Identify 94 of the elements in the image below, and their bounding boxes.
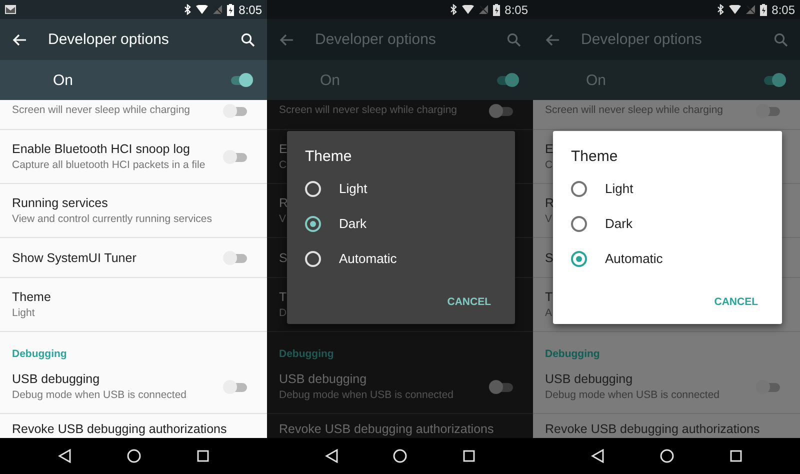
no-signal-icon: [212, 5, 222, 14]
setting-title: Enable Bluetooth HCI snoop log: [12, 142, 190, 156]
setting-subtitle: Screen will never sleep while charging: [12, 104, 190, 116]
setting-row[interactable]: Screen will never sleep while charging: [0, 100, 267, 130]
setting-title: R: [279, 196, 288, 210]
setting-subtitle: V: [279, 213, 286, 225]
back-icon[interactable]: [58, 449, 71, 463]
toggle-switch[interactable]: [756, 104, 780, 118]
dialog-title: Theme: [571, 148, 619, 165]
setting-title: E: [279, 142, 288, 156]
setting-title: Revoke USB debugging authorizations: [279, 422, 494, 436]
battery-charging-icon: [760, 4, 767, 16]
switch-label: On: [320, 72, 342, 88]
battery-charging-icon: [492, 4, 500, 16]
radio-option[interactable]: Automatic: [571, 241, 764, 276]
setting-subtitle: A: [545, 307, 552, 319]
radio-option[interactable]: Light: [571, 171, 764, 206]
recents-icon[interactable]: [730, 450, 742, 462]
switch-label: On: [586, 72, 608, 88]
setting-title: S: [279, 250, 288, 264]
setting-title: T: [279, 290, 287, 304]
wifi-icon: [462, 5, 474, 14]
switch-label: On: [53, 72, 74, 88]
toolbar-title: Developer options: [315, 31, 437, 48]
setting-title: R: [545, 196, 554, 210]
no-signal-icon: [478, 5, 488, 14]
setting-subtitle: Debug mode when USB is connected: [12, 389, 187, 401]
setting-row[interactable]: Revoke USB debugging authorizations: [533, 414, 800, 438]
recents-icon[interactable]: [197, 450, 209, 462]
clock-time: 8:05: [238, 2, 262, 16]
battery-charging-icon: [226, 4, 234, 16]
toggle-switch[interactable]: [223, 380, 247, 394]
home-icon[interactable]: [127, 449, 141, 463]
toolbar-title: Developer options: [48, 31, 170, 48]
dialog-title: Theme: [305, 148, 353, 165]
section-header: Debugging: [545, 348, 600, 360]
clock-time: 8:05: [504, 2, 528, 16]
toolbar-title: Developer options: [581, 31, 703, 48]
toggle-switch[interactable]: [489, 380, 513, 394]
radio-option[interactable]: Automatic: [305, 241, 497, 276]
toggle-switch[interactable]: [762, 73, 786, 87]
setting-subtitle: Screen will never sleep while charging: [279, 104, 458, 116]
back-icon[interactable]: [324, 449, 338, 463]
toggle-switch[interactable]: [229, 73, 253, 87]
setting-title: T: [545, 290, 553, 304]
setting-subtitle: Debug mode when USB is connected: [279, 389, 454, 401]
toggle-switch[interactable]: [223, 250, 247, 264]
setting-title: Theme: [12, 290, 51, 304]
setting-subtitle: Debug mode when USB is connected: [545, 389, 720, 401]
toggle-switch[interactable]: [489, 104, 513, 118]
home-icon[interactable]: [660, 449, 674, 463]
section-header: Debugging: [12, 348, 67, 360]
setting-subtitle: Light: [12, 307, 35, 319]
section-header: Debugging: [279, 348, 334, 360]
radio-option[interactable]: Dark: [571, 206, 764, 241]
setting-row[interactable]: Revoke USB debugging authorizations: [0, 414, 267, 438]
setting-title: Revoke USB debugging authorizations: [545, 422, 760, 436]
setting-subtitle: V: [545, 213, 552, 225]
back-icon[interactable]: [591, 449, 604, 463]
bluetooth-icon: [184, 4, 191, 15]
recents-icon[interactable]: [463, 450, 476, 462]
home-icon[interactable]: [393, 449, 408, 463]
setting-title: E: [545, 142, 554, 156]
setting-title: USB debugging: [545, 372, 633, 386]
setting-subtitle: C: [279, 159, 287, 171]
radio-option[interactable]: Dark: [305, 206, 497, 241]
setting-subtitle: C: [545, 159, 553, 171]
bluetooth-icon: [716, 4, 724, 15]
radio-option[interactable]: Light: [305, 171, 497, 206]
search-icon[interactable]: [241, 32, 255, 46]
setting-subtitle: D: [279, 307, 287, 319]
setting-title: USB debugging: [279, 372, 367, 386]
toggle-switch[interactable]: [223, 150, 247, 164]
setting-subtitle: View and control currently running services: [12, 213, 212, 225]
setting-title: Running services: [12, 196, 108, 210]
setting-row[interactable]: USB debugging Debug mode when USB is connected: [533, 360, 800, 414]
setting-subtitle: Screen will never sleep while charging: [545, 104, 724, 116]
toggle-switch[interactable]: [495, 73, 519, 87]
setting-title: Show SystemUI Tuner: [12, 250, 136, 264]
wifi-icon: [196, 5, 208, 14]
bluetooth-icon: [450, 4, 457, 15]
cancel-button[interactable]: CANCEL: [441, 292, 497, 312]
no-signal-icon: [746, 5, 755, 14]
clock-time: 8:05: [772, 2, 795, 16]
setting-title: Revoke USB debugging authorizations: [12, 422, 227, 436]
setting-row[interactable]: Show SystemUI Tuner: [0, 238, 267, 278]
setting-title: USB debugging: [12, 372, 100, 386]
toggle-switch[interactable]: [756, 380, 780, 394]
setting-row[interactable]: USB debugging Debug mode when USB is connected: [0, 360, 267, 414]
setting-subtitle: Capture all bluetooth HCI packets in a file: [12, 159, 206, 171]
setting-title: S: [545, 250, 554, 264]
toggle-switch[interactable]: [223, 104, 247, 118]
wifi-icon: [728, 5, 741, 14]
setting-row[interactable]: Enable Bluetooth HCI snoop log Capture all bluetooth HCI packets in a file: [0, 130, 267, 184]
